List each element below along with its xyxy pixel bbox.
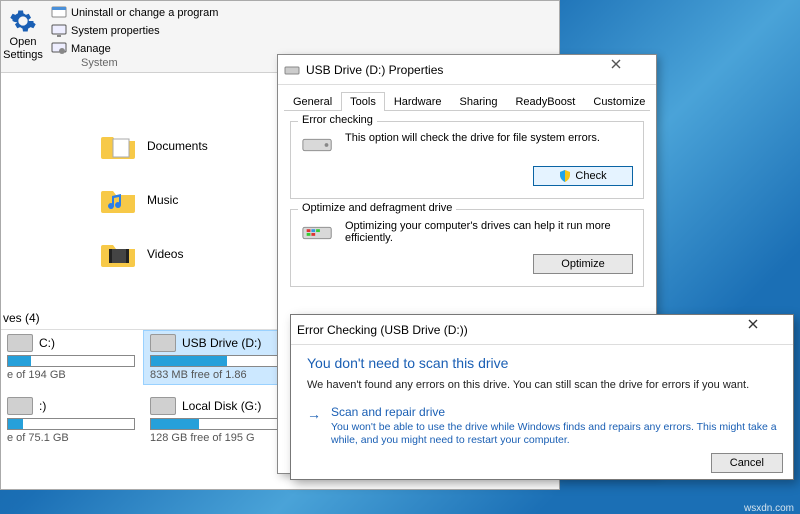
drive-icon [150,334,176,352]
drive-usb-name: USB Drive (D:) [182,336,261,350]
properties-tabs: General Tools Hardware Sharing ReadyBoos… [284,91,650,111]
tab-general[interactable]: General [284,92,341,111]
open-settings-button[interactable]: Open Settings [1,1,45,72]
close-button[interactable] [610,58,650,82]
watermark: wsxdn.com [744,503,794,514]
scan-repair-desc: You won't be able to use the drive while… [331,421,777,447]
open-settings-label2: Settings [1,50,45,61]
optimize-button-label: Optimize [561,258,604,270]
check-button-label: Check [575,170,606,182]
properties-titlebar[interactable]: USB Drive (D:) Properties [278,55,656,85]
drive-e-free: e of 75.1 GB [7,432,135,444]
error-checking-legend: Error checking [298,114,377,126]
folder-videos[interactable]: Videos [101,239,208,269]
drive-e[interactable]: :) e of 75.1 GB [1,394,138,447]
drive-e-name: :) [39,399,46,413]
error-checking-title: Error Checking (USB Drive (D:)) [297,323,747,337]
manage-label: Manage [71,43,111,55]
manage-icon [51,41,67,57]
documents-label: Documents [147,139,208,153]
defrag-icon [301,220,335,246]
drive-c-bar [7,355,135,367]
close-button[interactable] [747,318,787,342]
uninstall-program-button[interactable]: Uninstall or change a program [51,5,553,21]
scan-and-repair-action[interactable]: → Scan and repair drive You won't be abl… [307,401,777,451]
tab-hardware[interactable]: Hardware [385,92,451,111]
drives-grid: C:) e of 194 GB USB Drive (D:) 833 MB fr… [1,331,281,447]
error-checking-titlebar[interactable]: Error Checking (USB Drive (D:)) [291,315,793,345]
drives-section-header[interactable]: ves (4) [1,307,281,330]
properties-title: USB Drive (D:) Properties [306,63,610,77]
videos-label: Videos [147,247,183,261]
tab-customize[interactable]: Customize [584,92,654,111]
drive-local-g[interactable]: Local Disk (G:) 128 GB free of 195 G [144,394,281,447]
music-icon [101,185,137,215]
drive-icon [7,397,33,415]
drive-g-bar [150,418,278,430]
error-checking-subtext: We haven't found any errors on this driv… [307,379,777,391]
error-checking-dialog: Error Checking (USB Drive (D:)) You don'… [290,314,794,480]
check-button[interactable]: Check [533,166,633,186]
drive-g-name: Local Disk (G:) [182,399,261,413]
close-icon [610,58,622,70]
drive-c[interactable]: C:) e of 194 GB [1,331,138,384]
tab-readyboost[interactable]: ReadyBoost [506,92,584,111]
drive-check-icon [301,132,335,158]
drive-usb[interactable]: USB Drive (D:) 833 MB free of 1.86 [144,331,281,384]
optimize-text: Optimizing your computer's drives can he… [345,220,633,244]
videos-icon [101,239,137,269]
programs-icon [51,5,67,21]
drive-e-bar [7,418,135,430]
arrow-right-icon: → [307,407,321,421]
drive-icon [7,334,33,352]
drive-g-free: 128 GB free of 195 G [150,432,278,444]
error-checking-headline: You don't need to scan this drive [307,355,777,371]
documents-icon [101,131,137,161]
ribbon-section-label: System [81,57,118,69]
cancel-button-label: Cancel [730,457,764,469]
optimize-group: Optimize and defragment drive Optimizing… [290,209,644,287]
folder-music[interactable]: Music [101,185,208,215]
scan-repair-title: Scan and repair drive [331,405,777,419]
shield-icon [559,170,571,182]
drive-icon [150,397,176,415]
error-checking-text: This option will check the drive for fil… [345,132,633,144]
folder-list: Documents Music Videos [101,131,208,269]
system-properties-button[interactable]: System properties [51,23,553,39]
uninstall-label: Uninstall or change a program [71,7,218,19]
optimize-button[interactable]: Optimize [533,254,633,274]
optimize-legend: Optimize and defragment drive [298,202,456,214]
drive-usb-bar [150,355,278,367]
tab-sharing[interactable]: Sharing [451,92,507,111]
drive-c-name: C:) [39,336,55,350]
drive-usb-free: 833 MB free of 1.86 [150,369,278,381]
open-settings-label1: Open [1,37,45,48]
drive-c-free: e of 194 GB [7,369,135,381]
music-label: Music [147,193,178,207]
tab-tools[interactable]: Tools [341,92,385,111]
close-icon [747,318,759,330]
cancel-button[interactable]: Cancel [711,453,783,473]
gear-icon [9,7,37,35]
folder-documents[interactable]: Documents [101,131,208,161]
monitor-icon [51,23,67,39]
error-checking-group: Error checking This option will check th… [290,121,644,199]
sysprops-label: System properties [71,25,160,37]
drive-icon [284,62,300,78]
